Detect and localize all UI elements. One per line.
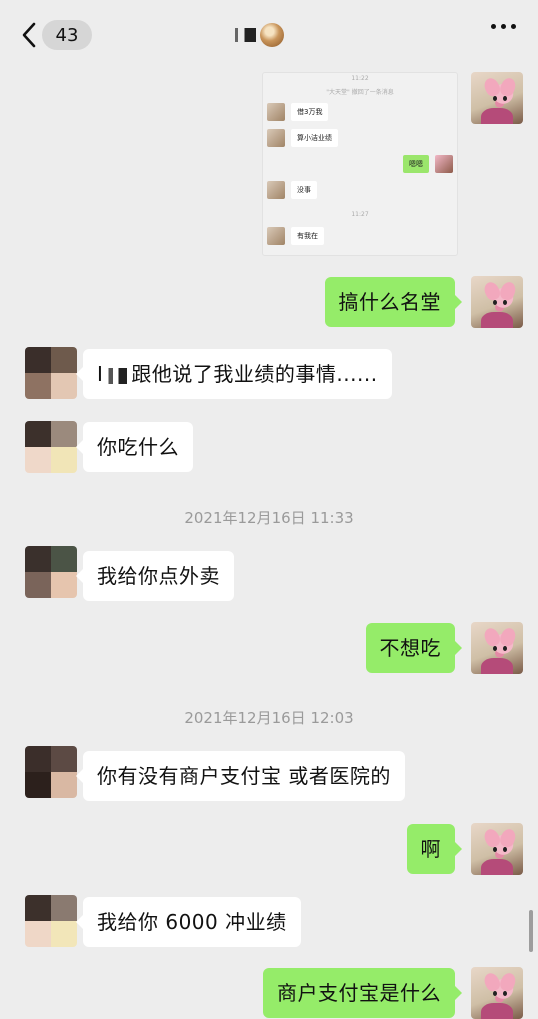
screenshot-row: 嗯嗯 [403, 155, 453, 173]
my-avatar[interactable] [471, 622, 523, 674]
incoming-message[interactable]: 我给你 6000 冲业绩 [76, 897, 301, 947]
screenshot-time-2: 11:27 [351, 211, 369, 218]
my-avatar[interactable] [471, 276, 523, 328]
chat-title [230, 20, 284, 50]
screenshot-bubble: 算小洁业绩 [291, 129, 338, 147]
incoming-message[interactable]: 你吃什么 [76, 422, 193, 472]
more-options-icon[interactable] [491, 24, 516, 29]
outgoing-message[interactable]: 商户支付宝是什么 [263, 968, 462, 1018]
screenshot-avatar [435, 155, 453, 173]
shared-screenshot-image[interactable]: 11:22 "大天堂" 撤回了一条消息 借3万我 算小洁业绩 嗯嗯 没事 11:… [262, 72, 458, 256]
screenshot-row: 算小洁业绩 [267, 129, 338, 147]
screenshot-bubble: 有我在 [291, 227, 324, 245]
screenshot-bubble: 借3万我 [291, 103, 329, 121]
screenshot-avatar [267, 181, 285, 199]
incoming-message[interactable]: 你有没有商户支付宝 或者医院的 [76, 751, 405, 801]
timestamp: 2021年12月16日 12:03 [184, 709, 354, 727]
screenshot-row: 有我在 [267, 227, 324, 245]
incoming-message[interactable]: I 跟他说了我业绩的事情...... [76, 349, 392, 399]
scrollbar[interactable] [529, 910, 533, 952]
top-bar: 43 [0, 0, 538, 68]
timestamp: 2021年12月16日 11:33 [184, 509, 354, 527]
screenshot-bubble: 嗯嗯 [403, 155, 429, 173]
outgoing-message[interactable]: 搞什么名堂 [324, 277, 462, 327]
screenshot-bubble: 没事 [291, 181, 317, 199]
screenshot-avatar [267, 227, 285, 245]
contact-avatar[interactable] [25, 746, 77, 798]
blurred-name [230, 28, 256, 42]
screenshot-avatar [267, 103, 285, 121]
screenshot-avatar [267, 129, 285, 147]
onion-emoji-icon [260, 23, 284, 47]
message-text: 跟他说了我业绩的事情...... [131, 362, 378, 386]
contact-avatar[interactable] [25, 421, 77, 473]
incoming-message[interactable]: 我给你点外卖 [76, 551, 234, 601]
my-avatar[interactable] [471, 72, 523, 124]
screenshot-time-1: 11:22 [351, 75, 369, 82]
redacted-name [103, 367, 132, 384]
contact-avatar[interactable] [25, 347, 77, 399]
back-icon[interactable] [14, 18, 44, 52]
screenshot-recall-notice: "大天堂" 撤回了一条消息 [326, 89, 394, 96]
my-avatar[interactable] [471, 967, 523, 1019]
screenshot-row: 没事 [267, 181, 317, 199]
outgoing-message[interactable]: 不想吃 [365, 623, 462, 673]
unread-count-badge[interactable]: 43 [42, 20, 92, 50]
contact-avatar[interactable] [25, 895, 77, 947]
outgoing-message[interactable]: 啊 [406, 824, 462, 874]
screenshot-row: 借3万我 [267, 103, 329, 121]
contact-avatar[interactable] [25, 546, 77, 598]
my-avatar[interactable] [471, 823, 523, 875]
